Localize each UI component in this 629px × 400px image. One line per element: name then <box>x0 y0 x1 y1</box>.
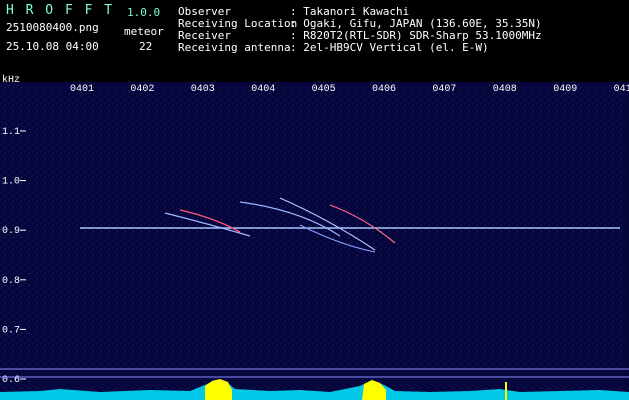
activity-peak <box>505 382 507 400</box>
file-name: 2510080400.png <box>6 21 99 34</box>
frequency-tick-label: 1.1 <box>2 127 20 138</box>
time-tick-label: 0401 <box>70 84 94 95</box>
time-tick-label: 0409 <box>553 84 577 95</box>
info-value-antenna: : 2el-HB9CV Vertical (el. E-W) <box>290 41 489 54</box>
time-tick-label: 0407 <box>432 84 456 95</box>
time-tick-label: 0403 <box>191 84 215 95</box>
time-tick-label: 0405 <box>312 84 336 95</box>
file-datetime: 25.10.08 04:00 <box>6 40 99 53</box>
info-key-antenna: Receiving antenna <box>178 41 291 54</box>
time-tick-label: 0404 <box>251 84 275 95</box>
frequency-tick-label: 1.0 <box>2 177 20 188</box>
time-tick-label: 0406 <box>372 84 396 95</box>
frequency-tick-label: 0.9 <box>2 226 20 237</box>
app-version: 1.0.0 <box>127 6 161 19</box>
time-tick-label: 0410 <box>614 84 629 95</box>
app-title: H R O F F T <box>6 3 115 18</box>
spectrogram-background <box>0 82 629 400</box>
meteor-count: 22 <box>139 40 153 53</box>
time-tick-label: 0402 <box>130 84 154 95</box>
header-panel: H R O F F T 1.0.0 2510080400.png 25.10.0… <box>0 0 629 72</box>
meteor-label: meteor <box>124 25 164 38</box>
frequency-tick-label: 0.7 <box>2 325 20 336</box>
axis-unit-label: kHz <box>2 74 20 86</box>
spectrogram: kHz 0401 0402 0403 0404 0405 0406 0407 0408 0409… <box>0 74 629 400</box>
time-tick-label: 0408 <box>493 84 517 95</box>
frequency-tick-label: 0.8 <box>2 276 20 287</box>
